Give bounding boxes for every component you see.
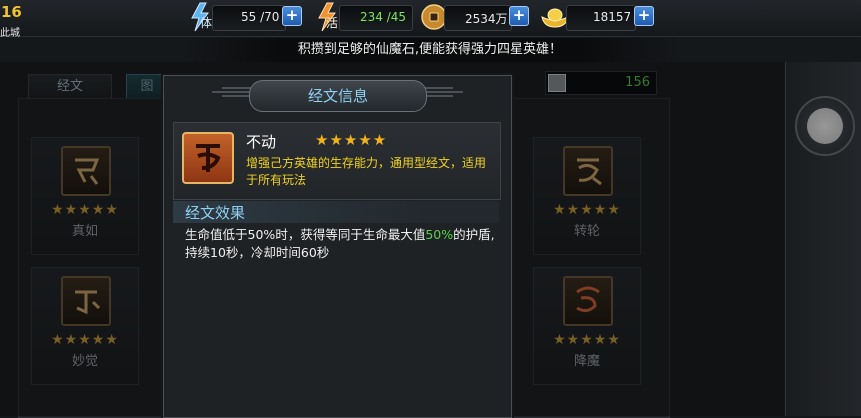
- player-level: 16: [1, 3, 22, 21]
- effect-shield-value: 50%: [425, 227, 454, 242]
- effect-section-header: 经文效果: [173, 201, 499, 223]
- city-name: 此城: [0, 28, 20, 39]
- title-right-ornament: [423, 87, 463, 97]
- effect-description: 生命值低于50%时，获得等同于生命最大值50%的护盾,持续10秒，冷却时间60秒: [185, 226, 501, 262]
- coin-value: 2534万: [465, 12, 508, 26]
- effect-text-part: 生命值低于: [185, 227, 248, 242]
- scripture-budong-icon: [182, 132, 234, 184]
- title-left-ornament: [212, 87, 252, 97]
- notice-banner: 积攒到足够的仙魔石,便能获得强力四星英雄！: [180, 38, 680, 62]
- add-coin-button[interactable]: +: [509, 6, 529, 26]
- coin-slot: 2534万: [444, 5, 512, 31]
- scripture-info-box: 不动 ★★★★★ 增强己方英雄的生存能力，通用型经文，适用于所有玩法: [173, 122, 501, 200]
- scripture-name: 不动: [246, 133, 277, 151]
- effect-threshold-value: 50%: [247, 227, 276, 242]
- vitality-glyph: 活: [326, 16, 339, 30]
- stamina-value: 55 /70: [241, 10, 280, 24]
- scripture-description: 增强己方英雄的生存能力，通用型经文，适用于所有玩法: [246, 156, 487, 187]
- top-resource-bar: 16 此城 体 55 /70 + 活 234 /45 + 2534万 +: [0, 0, 861, 39]
- dialog-title: 经文信息: [307, 87, 368, 105]
- scripture-stars: ★★★★★: [315, 131, 388, 149]
- vitality-value: 234 /45: [360, 10, 407, 24]
- stamina-glyph: 体: [200, 16, 213, 30]
- gold-value: 18157: [593, 10, 632, 24]
- stamina-slot: 55 /70: [212, 5, 286, 31]
- gold-slot: 18157: [566, 5, 636, 31]
- add-stamina-button[interactable]: +: [282, 6, 302, 26]
- effect-text-part: 时，获得等同于生命最大值: [275, 227, 426, 242]
- vitality-slot: 234 /45: [339, 5, 413, 31]
- effect-title: 经文效果: [185, 204, 246, 222]
- add-gold-button[interactable]: +: [634, 6, 654, 26]
- scripture-info-dialog: 经文信息 不动 ★★★★★ 增强己方英雄的生存能力，通用型经文，适用于所有玩法 …: [163, 75, 512, 418]
- dialog-title-plate: 经文信息: [249, 80, 427, 112]
